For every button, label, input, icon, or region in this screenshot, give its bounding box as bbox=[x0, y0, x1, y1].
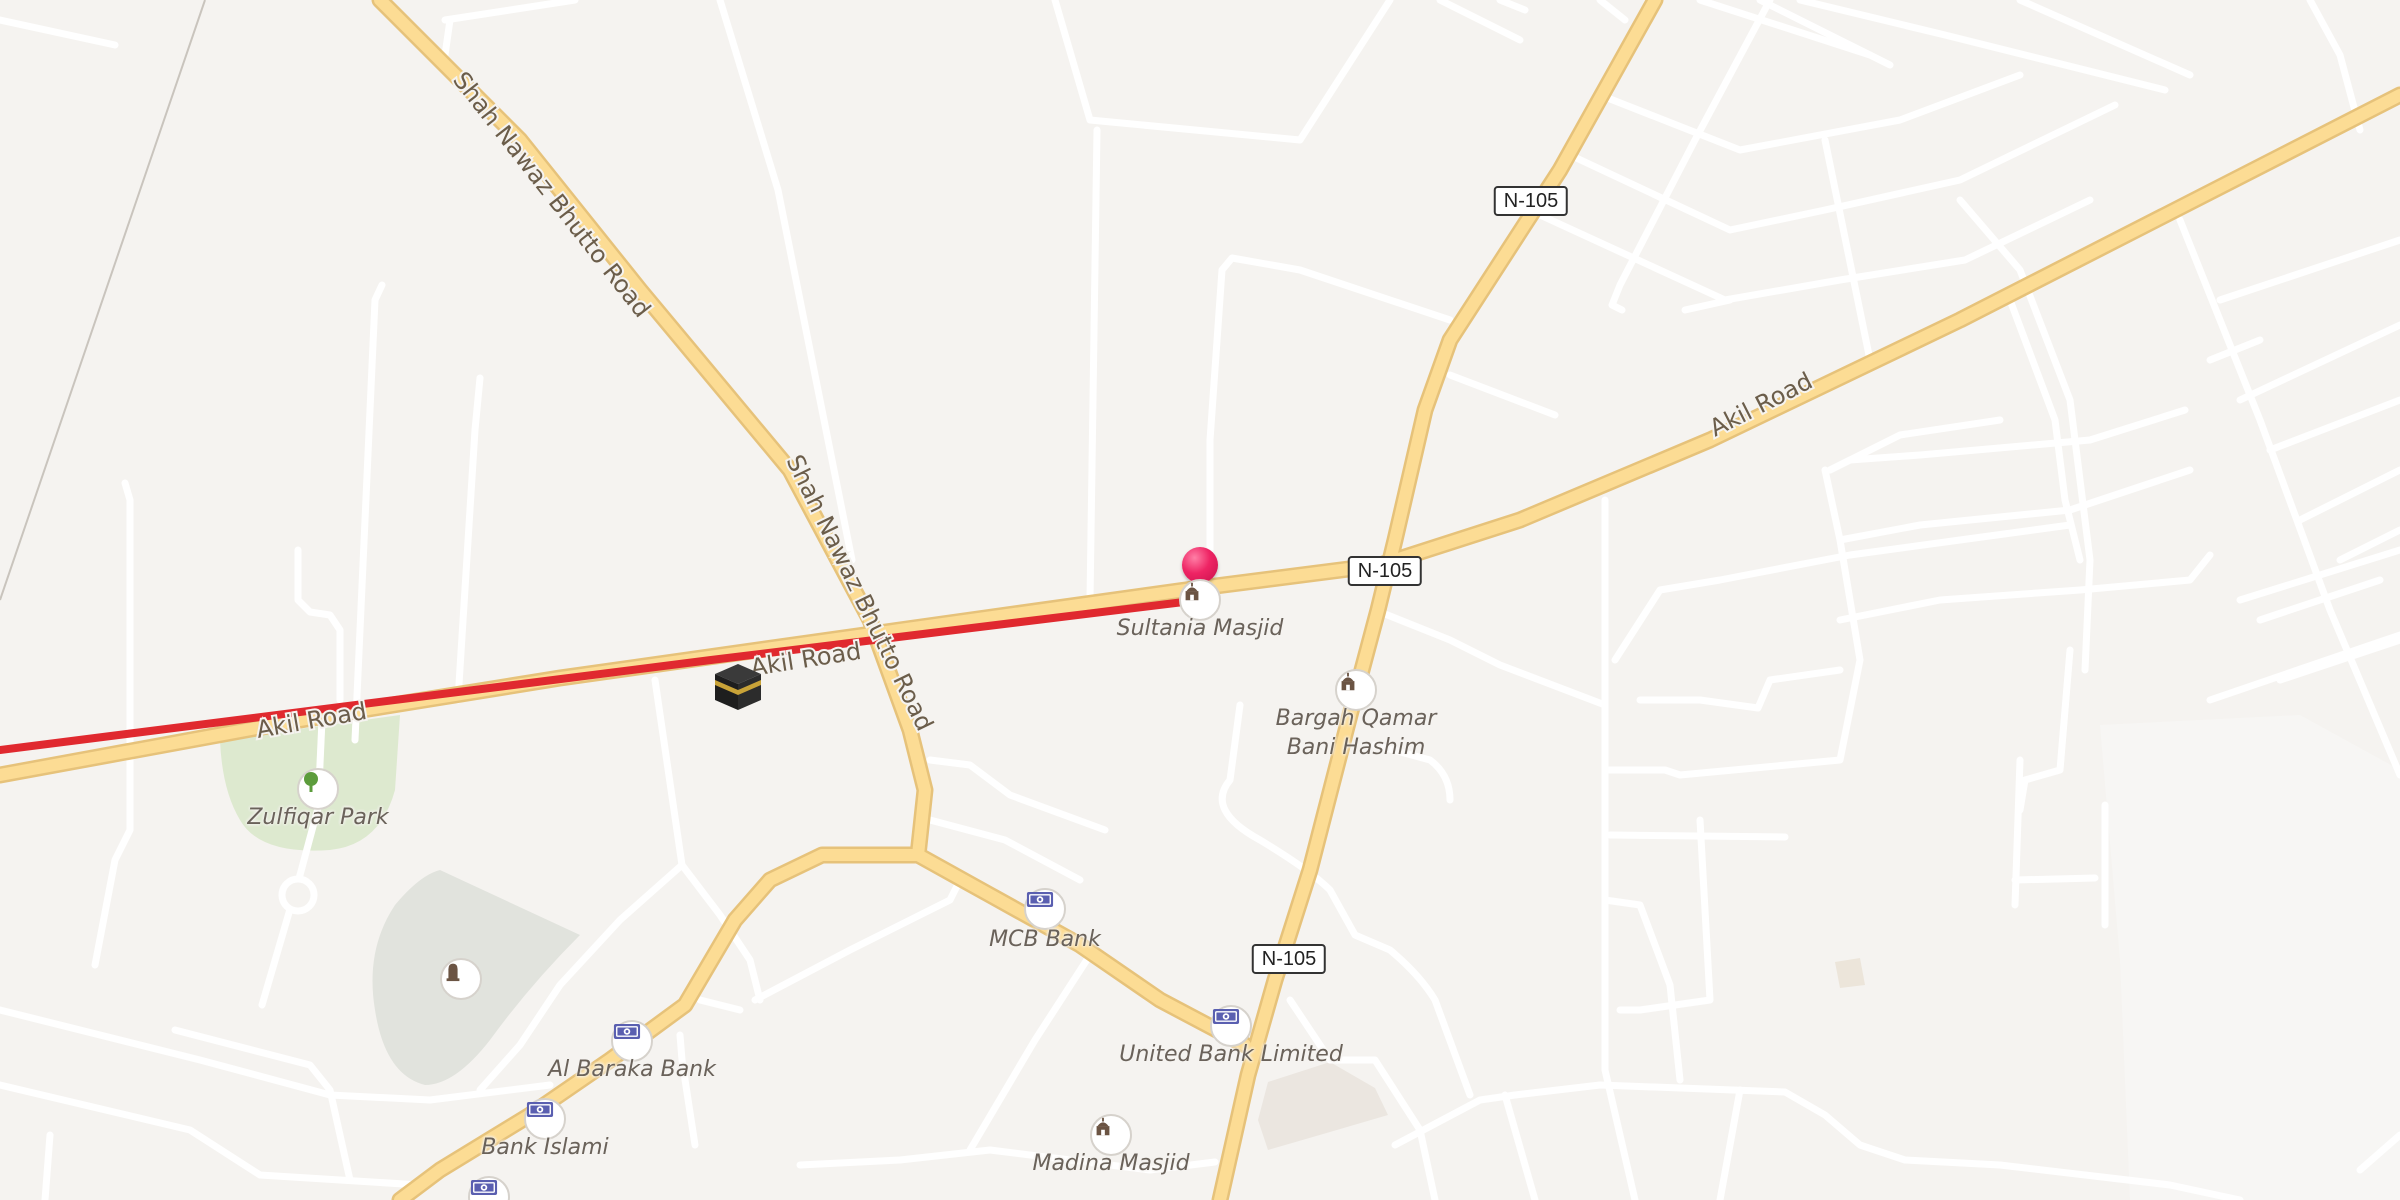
poi-label-united-bank-limited: United Bank Limited bbox=[1119, 1042, 1343, 1067]
poi-label-bank-islami: Bank Islami bbox=[481, 1135, 609, 1160]
route-line bbox=[0, 596, 1204, 754]
highway-shield-n105: N-105 bbox=[1251, 944, 1327, 974]
railway-line bbox=[0, 0, 206, 601]
building-area bbox=[1835, 958, 1865, 988]
light-area bbox=[2100, 715, 2400, 1200]
map-canvas[interactable]: Akil Road Akil Road Akil Road Shah Nawaz… bbox=[0, 0, 2400, 1200]
bank-icon[interactable] bbox=[1024, 888, 1066, 930]
poi-label-sultania-masjid: Sultania Masjid bbox=[1116, 616, 1284, 641]
highway-shield-n105: N-105 bbox=[1347, 556, 1423, 586]
poi-label-mcb-bank: MCB Bank bbox=[989, 927, 1101, 952]
roundabout bbox=[278, 875, 318, 915]
poi-label-zulfiqar-park: Zulfiqar Park bbox=[247, 805, 389, 830]
building-area bbox=[1258, 1062, 1388, 1150]
highway-shield-n105: N-105 bbox=[1493, 186, 1569, 216]
cemetery-icon[interactable] bbox=[440, 958, 482, 1000]
poi-label-bargah-qamar-bani-hashim: Bargah Qamar Bani Hashim bbox=[1275, 706, 1437, 760]
poi-label-al-baraka-bank: Al Baraka Bank bbox=[548, 1057, 716, 1082]
destination-pin-icon[interactable] bbox=[1182, 547, 1218, 583]
road-label-shah-nawaz-bhutto-road: Shah Nawaz Bhutto Road bbox=[447, 66, 656, 322]
poi-label-madina-masjid: Madina Masjid bbox=[1032, 1151, 1190, 1176]
road-label-shah-nawaz-bhutto-road: Shah Nawaz Bhutto Road bbox=[781, 450, 939, 735]
